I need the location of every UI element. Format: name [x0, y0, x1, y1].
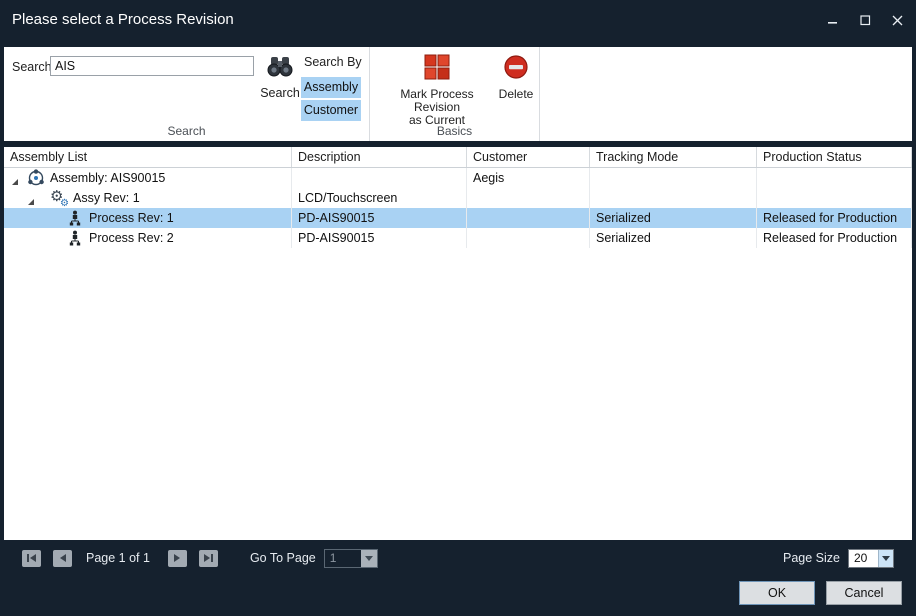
row-label: Process Rev: 2: [89, 228, 174, 248]
binoculars-icon: [265, 65, 295, 82]
grid-header: Assembly List Description Customer Track…: [4, 147, 912, 168]
mark-current-button[interactable]: Mark Process Revision as Current: [378, 54, 496, 127]
ribbon-group-basics: Mark Process Revision as Current Delete …: [370, 47, 540, 141]
page-size-select[interactable]: 20: [848, 549, 894, 568]
search-group-label: Search: [4, 124, 369, 138]
search-input[interactable]: [50, 56, 254, 76]
delete-button[interactable]: Delete: [496, 54, 536, 101]
cell-description: [292, 168, 467, 188]
cell-tracking-mode: [590, 168, 757, 188]
search-by-customer-button[interactable]: Customer: [301, 100, 361, 121]
cell-production-status: Released for Production: [757, 228, 912, 248]
cancel-button[interactable]: Cancel: [826, 581, 902, 605]
process-icon: [66, 209, 84, 227]
ok-button[interactable]: OK: [739, 581, 815, 605]
column-header-production-status[interactable]: Production Status: [757, 147, 912, 167]
page-indicator: Page 1 of 1: [86, 551, 150, 565]
previous-page-icon: [57, 553, 69, 563]
last-page-icon: [202, 553, 214, 563]
column-header-tracking-mode[interactable]: Tracking Mode: [590, 147, 757, 167]
cell-customer: [467, 188, 590, 208]
delete-button-label: Delete: [496, 88, 536, 101]
grid-row-process-rev-1[interactable]: Process Rev: 1 PD-AIS90015 Serialized Re…: [4, 208, 912, 228]
expander-icon[interactable]: [10, 173, 20, 183]
row-label: Assy Rev: 1: [73, 188, 140, 208]
cell-customer: [467, 208, 590, 228]
window-controls: [826, 0, 904, 40]
cell-production-status: [757, 188, 912, 208]
cell-tracking-mode: Serialized: [590, 228, 757, 248]
column-header-assembly-list[interactable]: Assembly List: [4, 147, 292, 167]
process-icon: [66, 229, 84, 247]
cell-customer: [467, 228, 590, 248]
minimize-button[interactable]: [826, 13, 840, 27]
grid-row-assembly[interactable]: Assembly: AIS90015 Aegis: [4, 168, 912, 188]
maximize-icon: [860, 15, 871, 26]
search-button-label: Search: [258, 86, 302, 100]
first-page-button[interactable]: [22, 550, 41, 567]
first-page-icon: [26, 553, 38, 563]
maximize-button[interactable]: [858, 13, 872, 27]
cell-production-status: Released for Production: [757, 208, 912, 228]
close-button[interactable]: [890, 13, 904, 27]
search-field-label: Search: [12, 60, 52, 74]
cell-description: PD-AIS90015: [292, 228, 467, 248]
ribbon-group-search: Search Search Search By Asse: [4, 47, 370, 141]
row-label: Assembly: AIS90015: [50, 168, 165, 188]
cell-description: PD-AIS90015: [292, 208, 467, 228]
grid-row-process-rev-2[interactable]: Process Rev: 2 PD-AIS90015 Serialized Re…: [4, 228, 912, 248]
pager-bar: Page 1 of 1 Go To Page 1 Page Size 20: [4, 546, 912, 570]
ribbon-toolbar: Search Search Search By Asse: [4, 47, 912, 141]
search-by-label: Search By: [304, 55, 362, 69]
go-to-page-value: 1: [325, 550, 361, 567]
page-size-label: Page Size: [783, 551, 840, 565]
go-to-page-dropdown-icon[interactable]: [361, 550, 377, 567]
mark-current-icon: [424, 67, 450, 84]
grid-row-assy-rev[interactable]: ⚙ ⚙ Assy Rev: 1 LCD/Touchscreen: [4, 188, 912, 208]
cell-tracking-mode: Serialized: [590, 208, 757, 228]
assy-rev-icon: ⚙ ⚙: [50, 189, 68, 207]
cell-tracking-mode: [590, 188, 757, 208]
assembly-icon: [27, 169, 45, 187]
delete-icon: [503, 67, 529, 84]
close-icon: [892, 15, 903, 26]
page-size-dropdown-icon[interactable]: [878, 550, 893, 567]
search-button[interactable]: Search: [258, 54, 302, 100]
next-page-icon: [171, 553, 183, 563]
search-by-assembly-button[interactable]: Assembly: [301, 77, 361, 98]
page-size-value: 20: [849, 550, 878, 567]
window-title: Please select a Process Revision: [12, 0, 234, 40]
previous-page-button[interactable]: [53, 550, 72, 567]
mark-current-label-line1: Mark Process Revision: [378, 88, 496, 114]
column-header-description[interactable]: Description: [292, 147, 467, 167]
go-to-page-input[interactable]: 1: [324, 549, 378, 568]
row-label: Process Rev: 1: [89, 208, 174, 228]
minimize-icon: [828, 15, 838, 25]
dialog-footer: OK Cancel: [739, 581, 902, 605]
expander-icon[interactable]: [26, 193, 36, 203]
cell-description: LCD/Touchscreen: [292, 188, 467, 208]
basics-group-label: Basics: [370, 124, 539, 138]
dialog-window: Please select a Process Revision Search: [0, 0, 916, 616]
process-revision-grid: Assembly List Description Customer Track…: [4, 147, 912, 540]
next-page-button[interactable]: [168, 550, 187, 567]
cell-production-status: [757, 168, 912, 188]
column-header-customer[interactable]: Customer: [467, 147, 590, 167]
cell-customer: Aegis: [467, 168, 590, 188]
titlebar: Please select a Process Revision: [0, 0, 916, 40]
go-to-page-label: Go To Page: [250, 551, 316, 565]
last-page-button[interactable]: [199, 550, 218, 567]
